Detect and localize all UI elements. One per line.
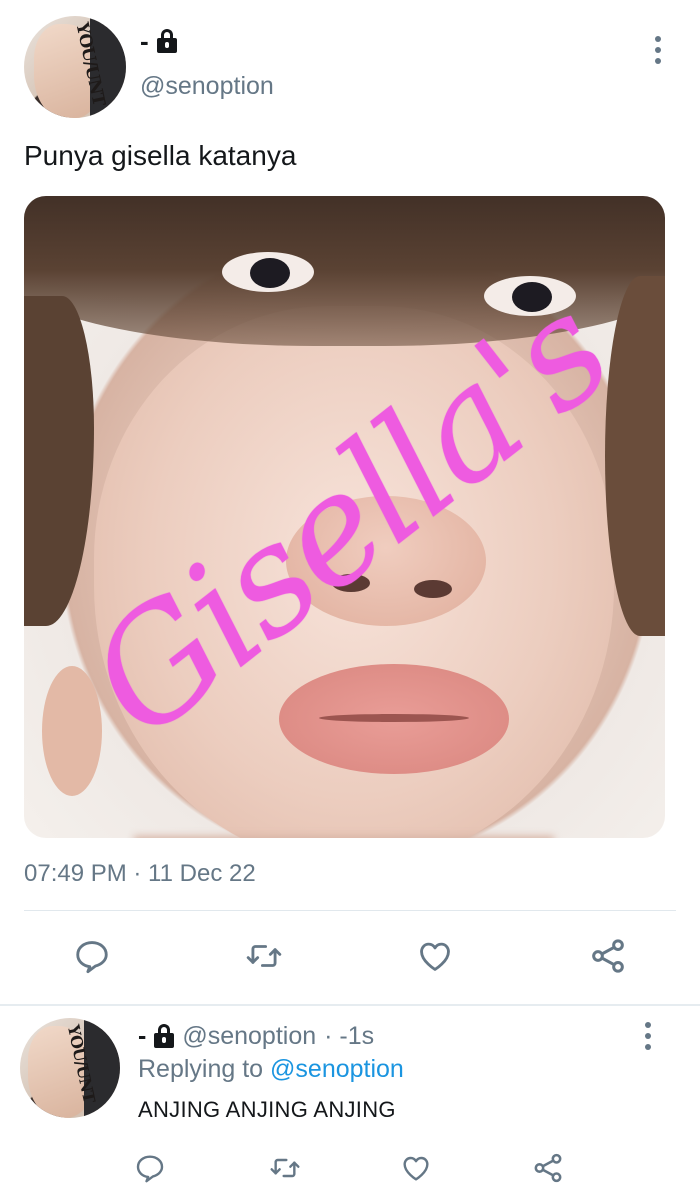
reply-icon	[76, 941, 108, 974]
lock-icon	[154, 1024, 175, 1048]
retweet-icon	[270, 1158, 300, 1178]
tweet-timestamp[interactable]: 07:49 PM · 11 Dec 22	[24, 858, 256, 890]
replying-prefix: Replying to	[138, 1055, 264, 1083]
reply-avatar[interactable]: YOU/UNT	[20, 1018, 120, 1118]
tweet-text: Punya gisella katanya	[24, 140, 297, 171]
photo-lips	[279, 664, 509, 774]
retweet-button[interactable]	[242, 934, 286, 978]
share-button[interactable]	[586, 934, 630, 978]
like-icon	[420, 942, 450, 971]
photo-eye-left	[222, 252, 314, 292]
photo-neck-shade	[134, 836, 554, 838]
tweet-photo[interactable]: Gisella's	[24, 196, 665, 838]
main-tweet: YOU/UNT - @senoption Punya gisella katan…	[0, 0, 700, 1006]
section-separator	[0, 1004, 700, 1006]
share-icon	[534, 1153, 562, 1183]
reply-text: ANJING ANJING ANJING	[138, 1097, 396, 1122]
photo-hair-left	[24, 296, 94, 626]
retweet-button[interactable]	[265, 1148, 305, 1188]
photo-hair-right	[605, 276, 665, 636]
tweet-actions	[0, 934, 700, 984]
reply-button[interactable]	[130, 1148, 170, 1188]
divider	[24, 910, 676, 911]
replying-to-mention[interactable]: @senoption	[270, 1055, 404, 1083]
share-icon	[592, 939, 624, 973]
reply-actions	[0, 1148, 700, 1188]
replying-to-line: Replying to @senoption	[138, 1054, 404, 1084]
reply-icon	[136, 1155, 164, 1183]
display-name[interactable]: -	[140, 26, 149, 56]
reply-more-options-icon[interactable]	[638, 1022, 658, 1050]
like-button[interactable]	[413, 934, 457, 978]
reply-time[interactable]: · -1s	[324, 1021, 374, 1051]
author-name-row[interactable]: -	[140, 26, 177, 56]
like-button[interactable]	[396, 1148, 436, 1188]
reply-handle[interactable]: @senoption	[182, 1021, 316, 1051]
retweet-icon	[246, 945, 282, 967]
photo-ear	[42, 666, 102, 796]
reply-header: - @senoption · -1s	[138, 1021, 374, 1051]
avatar[interactable]: YOU/UNT	[24, 16, 126, 118]
lock-icon	[156, 29, 177, 53]
photo-nostril-right	[414, 580, 452, 598]
author-handle[interactable]: @senoption	[140, 72, 274, 101]
like-icon	[403, 1156, 429, 1181]
reply-display-name[interactable]: -	[138, 1021, 146, 1051]
more-options-icon[interactable]	[648, 36, 668, 64]
reply-button[interactable]	[70, 934, 114, 978]
share-button[interactable]	[528, 1148, 568, 1188]
